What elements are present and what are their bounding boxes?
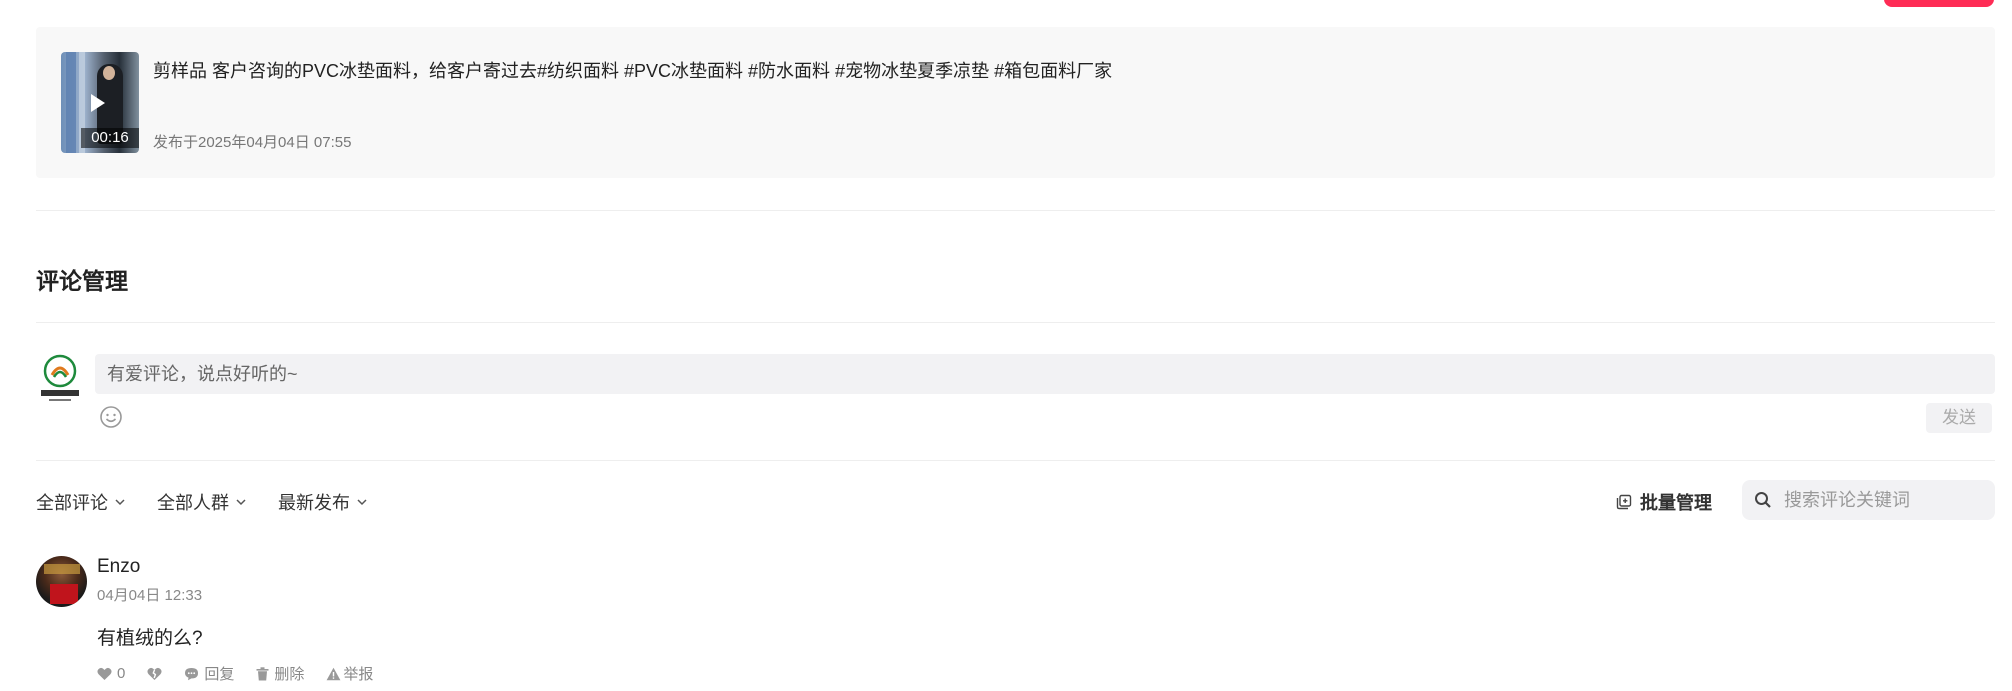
delete-label: 删除 xyxy=(274,666,305,683)
video-duration: 00:16 xyxy=(81,128,139,148)
divider xyxy=(36,460,1995,461)
report-button[interactable]: 举报 xyxy=(326,663,373,684)
delete-button[interactable]: 删除 xyxy=(256,663,304,684)
reply-label: 回复 xyxy=(204,666,235,683)
batch-manage-button[interactable]: 批量管理 xyxy=(1616,489,1712,515)
like-count: 0 xyxy=(117,665,126,682)
divider xyxy=(36,210,1995,211)
batch-manage-label: 批量管理 xyxy=(1640,493,1712,513)
comment-input[interactable] xyxy=(95,354,1995,394)
video-thumbnail[interactable]: 00:16 xyxy=(61,52,139,153)
comment-actions: 0 回复 删除 举报 xyxy=(97,663,373,684)
filter-all-comments-label: 全部评论 xyxy=(36,493,108,513)
account-logo-avatar xyxy=(37,353,83,407)
comment-search[interactable] xyxy=(1742,480,1995,520)
top-action-button[interactable] xyxy=(1884,0,1994,7)
send-button[interactable]: 发送 xyxy=(1926,403,1992,433)
batch-manage-icon xyxy=(1616,494,1632,510)
play-icon xyxy=(91,94,105,112)
report-label: 举报 xyxy=(343,666,374,683)
like-button[interactable]: 0 xyxy=(97,665,125,682)
trash-icon xyxy=(256,666,269,680)
filter-all-audience-label: 全部人群 xyxy=(157,493,229,513)
search-icon xyxy=(1754,491,1772,509)
filter-latest[interactable]: 最新发布 xyxy=(278,489,368,515)
page-title: 评论管理 xyxy=(36,268,128,294)
chevron-down-icon xyxy=(357,499,367,506)
chat-bubble-icon xyxy=(185,667,199,680)
heart-icon xyxy=(97,667,112,680)
search-input[interactable] xyxy=(1782,488,1986,512)
divider xyxy=(36,322,1995,323)
filter-latest-label: 最新发布 xyxy=(278,493,350,513)
comment-text: 有植绒的么? xyxy=(97,628,203,649)
emoji-icon[interactable] xyxy=(99,405,123,429)
dislike-button[interactable] xyxy=(147,667,162,681)
warning-icon xyxy=(326,667,341,680)
filter-all-comments[interactable]: 全部评论 xyxy=(36,489,126,515)
video-title: 剪样品 客户咨询的PVC冰垫面料，给客户寄过去#纺织面料 #PVC冰垫面料 #防… xyxy=(153,61,1113,81)
chevron-down-icon xyxy=(115,499,125,506)
comment-time: 04月04日 12:33 xyxy=(97,587,203,604)
chevron-down-icon xyxy=(236,499,246,506)
filter-all-audience[interactable]: 全部人群 xyxy=(157,489,247,515)
video-card: 00:16 剪样品 客户咨询的PVC冰垫面料，给客户寄过去#纺织面料 #PVC冰… xyxy=(36,27,1995,178)
broken-heart-icon xyxy=(147,667,162,680)
video-publish-date: 发布于2025年04月04日 07:55 xyxy=(153,134,352,151)
comment-user-name[interactable]: Enzo xyxy=(97,556,140,578)
reply-button[interactable]: 回复 xyxy=(184,663,234,684)
avatar[interactable] xyxy=(36,556,87,607)
